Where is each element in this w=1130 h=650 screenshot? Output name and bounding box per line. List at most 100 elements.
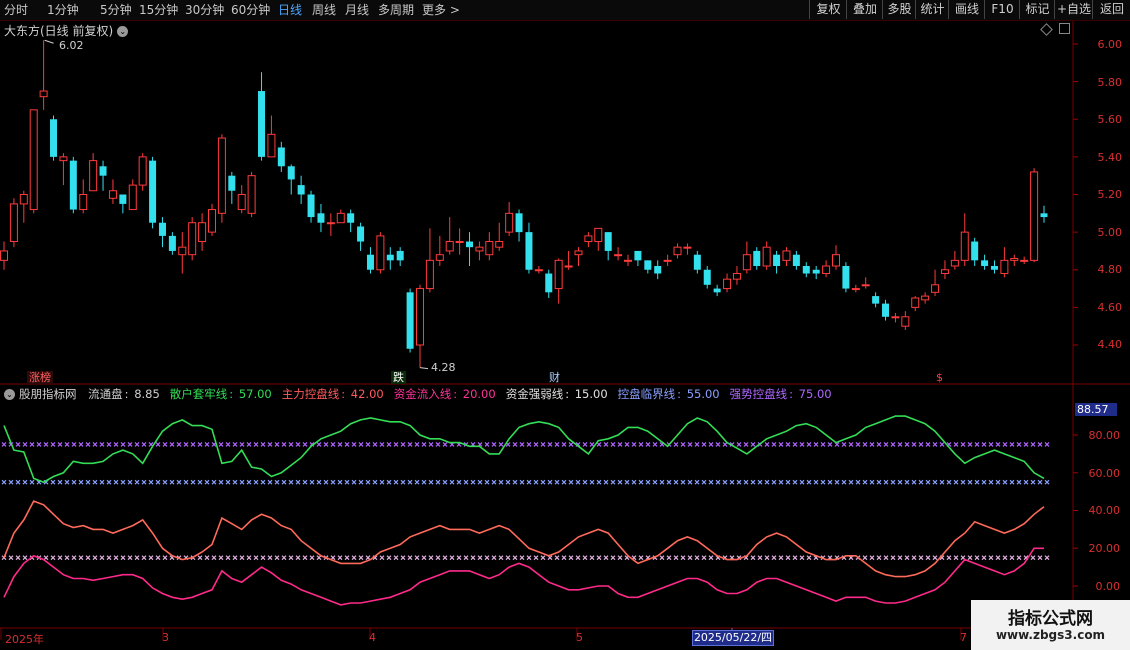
window-box-icon[interactable]	[1059, 23, 1070, 34]
indicator-current-value: 88.57	[1075, 403, 1117, 416]
ref-line-strong-control	[365, 442, 371, 447]
ref-line-critical	[631, 479, 637, 485]
ref-line-fund-strength	[260, 555, 266, 561]
ref-line-critical	[1, 479, 7, 485]
ref-line-strong-control	[911, 442, 917, 447]
ref-line-critical	[701, 479, 707, 485]
ref-line-critical	[813, 479, 819, 485]
ref-line-fund-strength	[99, 555, 105, 561]
legend-sep: :	[453, 387, 461, 401]
ref-line-fund-strength	[365, 555, 371, 561]
price-tick: 4.80	[1097, 263, 1123, 276]
ref-line-fund-strength	[141, 555, 147, 561]
ref-line-critical	[610, 479, 616, 485]
ref-line-fund-strength	[918, 555, 924, 561]
ref-line-strong-control	[974, 442, 980, 447]
ref-line-strong-control	[673, 442, 679, 447]
ref-line-critical	[372, 479, 378, 485]
candle-body	[168, 235, 176, 251]
legend-item: 控盘临界线: 55.00	[618, 387, 722, 401]
event-tag-dollar[interactable]: $	[934, 371, 945, 384]
candle-body	[693, 254, 701, 270]
ref-line-fund-strength	[498, 555, 504, 561]
ref-line-strong-control	[260, 442, 266, 447]
indicator-tick: 80.00	[1088, 429, 1121, 442]
ref-line-strong-control	[267, 442, 273, 447]
ref-line-critical	[1016, 479, 1022, 485]
ref-line-fund-strength	[582, 555, 588, 561]
candle-body	[832, 254, 840, 267]
ref-line-fund-strength	[638, 555, 644, 561]
ref-line-strong-control	[197, 442, 203, 447]
legend-sep: :	[341, 387, 349, 401]
ref-line-critical	[365, 479, 371, 485]
ref-line-strong-control	[113, 442, 119, 447]
ref-line-fund-strength	[701, 555, 707, 561]
ref-line-critical	[386, 479, 392, 485]
ref-line-strong-control	[820, 442, 826, 447]
candle-body	[158, 222, 166, 236]
ref-line-critical	[659, 479, 665, 485]
ref-line-fund-strength	[414, 555, 420, 561]
event-tag-limit-up[interactable]: 涨榜	[27, 371, 53, 384]
stock-title[interactable]: 大东方(日线 前复权) ⌄	[4, 22, 129, 39]
ref-line-critical	[827, 479, 833, 485]
ref-line-strong-control	[540, 442, 546, 447]
event-tag-drop[interactable]: 跌	[391, 371, 406, 384]
ref-line-critical	[281, 479, 287, 485]
ref-line-fund-strength	[400, 555, 406, 561]
candle-body	[149, 160, 157, 223]
ref-line-fund-strength	[890, 555, 896, 561]
ref-line-fund-strength	[883, 555, 889, 561]
ref-line-strong-control	[1016, 442, 1022, 447]
candle-body	[505, 212, 514, 233]
ref-line-strong-control	[918, 442, 924, 447]
chevron-down-icon[interactable]: ⌄	[4, 389, 15, 400]
ref-line-fund-strength	[526, 555, 532, 561]
chevron-down-icon[interactable]: ⌄	[117, 26, 129, 37]
ref-line-strong-control	[36, 442, 42, 447]
ref-line-fund-strength	[484, 555, 490, 561]
legend-label: 散户套牢线	[169, 387, 228, 401]
candle-body	[872, 296, 880, 304]
ref-line-strong-control	[337, 442, 343, 447]
ref-line-strong-control	[274, 442, 280, 447]
ref-line-strong-control	[631, 442, 637, 447]
ref-line-critical	[218, 479, 224, 485]
ref-line-fund-strength	[456, 555, 462, 561]
ref-line-critical	[526, 479, 532, 485]
ref-line-fund-strength	[799, 555, 805, 561]
ref-line-critical	[246, 479, 252, 485]
ref-line-fund-strength	[470, 555, 476, 561]
ref-line-fund-strength	[575, 555, 581, 561]
ref-line-critical	[750, 479, 756, 485]
ref-line-strong-control	[176, 442, 182, 447]
ref-line-strong-control	[379, 442, 385, 447]
ref-line-strong-control	[547, 442, 553, 447]
ref-line-critical	[435, 479, 441, 485]
ref-line-strong-control	[1, 442, 7, 447]
price-tick: 5.20	[1097, 188, 1123, 201]
candle-body	[386, 254, 394, 261]
ref-line-critical	[785, 479, 791, 485]
candle-body	[50, 119, 58, 157]
ref-line-fund-strength	[603, 555, 609, 561]
ref-line-fund-strength	[932, 555, 938, 561]
ref-line-critical	[603, 479, 609, 485]
ref-line-strong-control	[827, 442, 833, 447]
kline-chart[interactable]	[0, 0, 1130, 650]
date-label: 5	[576, 631, 583, 644]
ref-line-fund-strength	[120, 555, 126, 561]
candle-body	[931, 284, 940, 293]
ref-line-critical	[106, 479, 112, 485]
ref-line-critical	[120, 479, 126, 485]
ref-line-critical	[442, 479, 448, 485]
ref-line-strong-control	[890, 442, 896, 447]
ref-line-fund-strength	[22, 555, 28, 561]
event-tag-finance[interactable]: 财	[547, 371, 562, 384]
indicator-name[interactable]: 股朋指标网	[19, 387, 77, 401]
ref-line-critical	[505, 479, 511, 485]
ref-line-critical	[232, 479, 238, 485]
ref-line-critical	[449, 479, 455, 485]
ref-line-critical	[575, 479, 581, 485]
